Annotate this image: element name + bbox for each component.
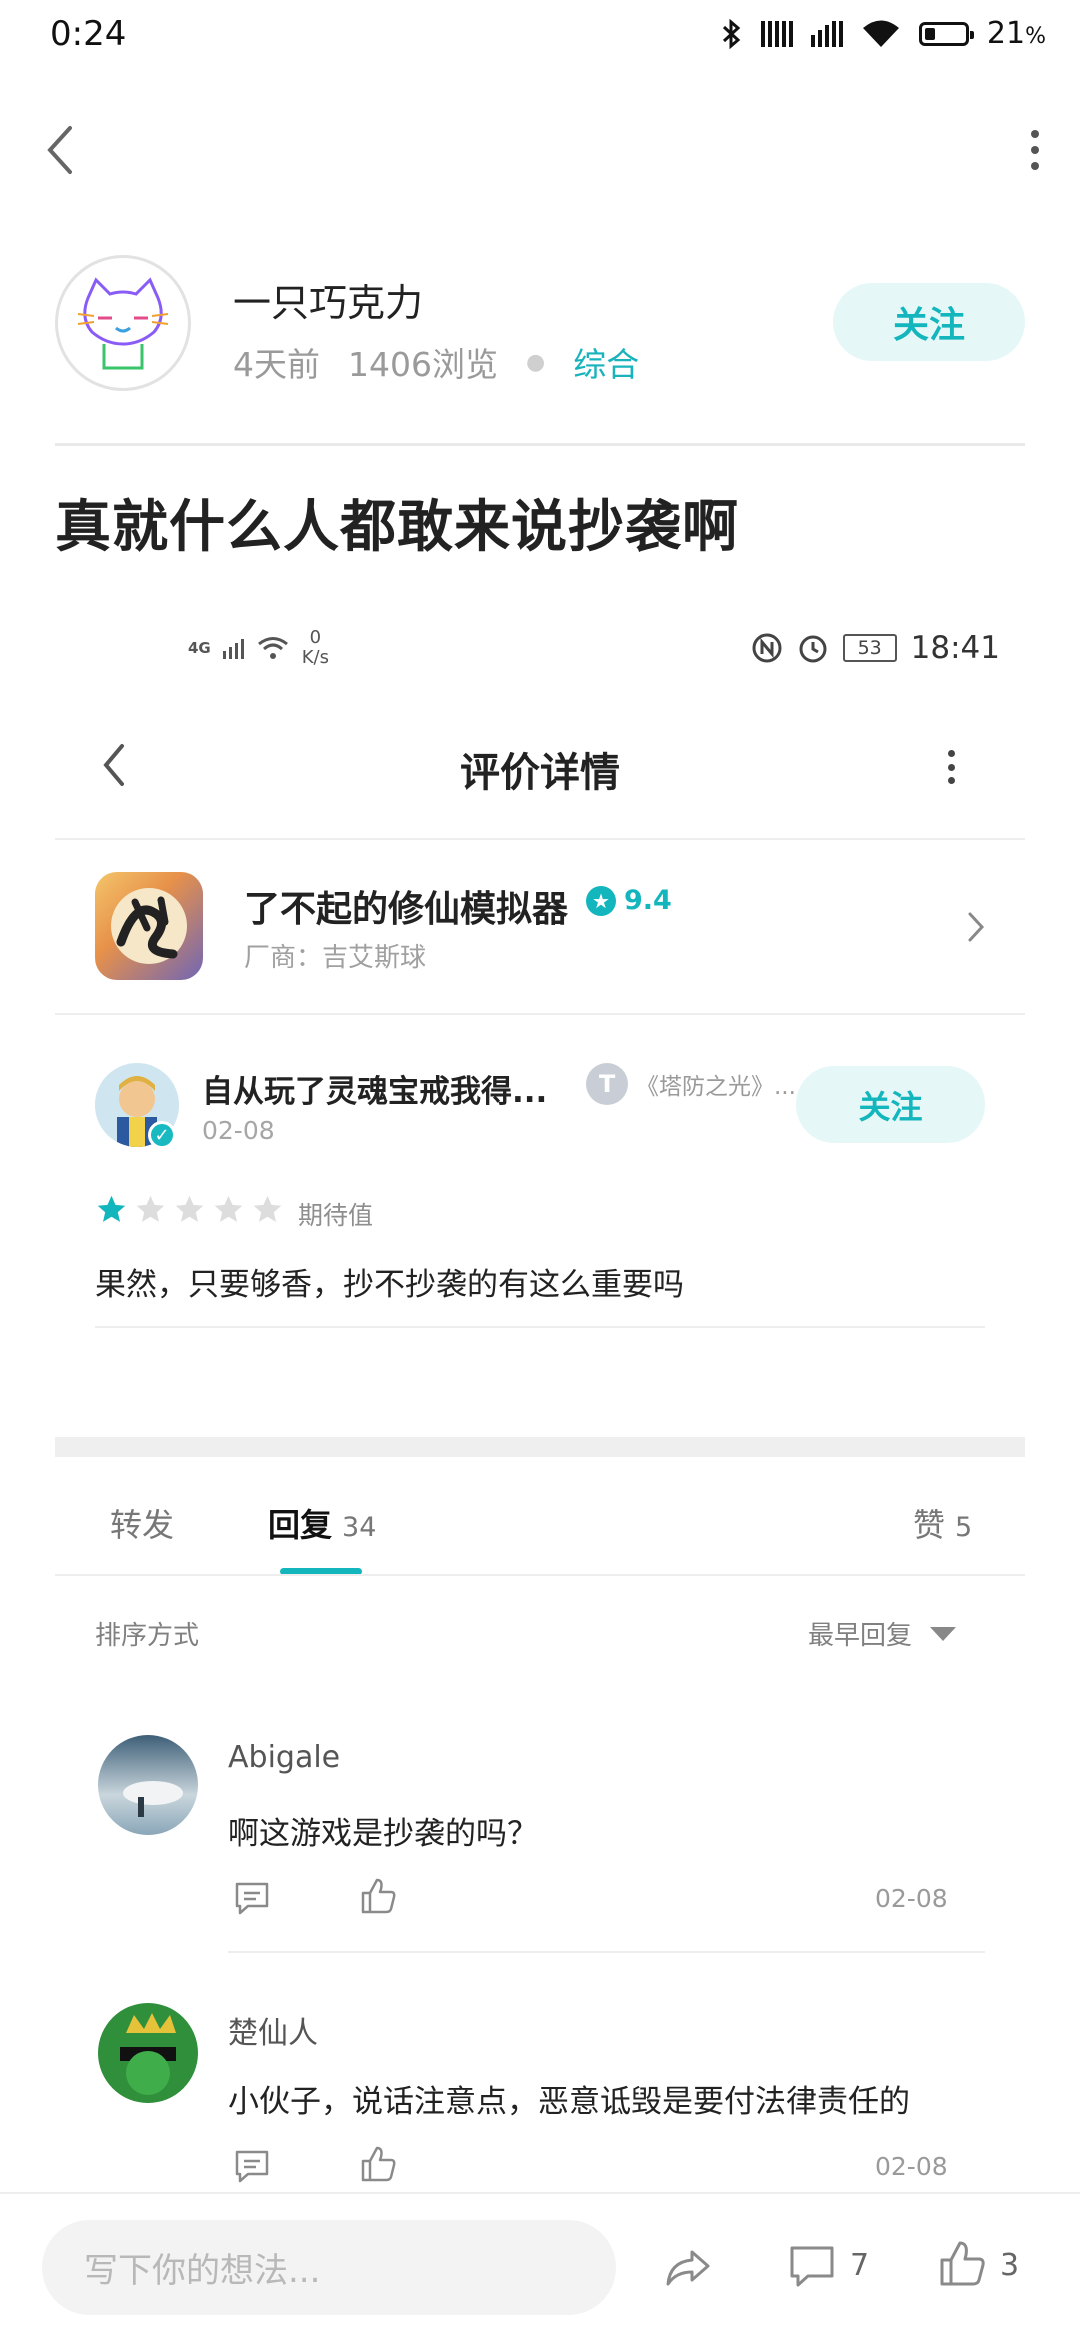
divider	[55, 838, 1025, 840]
star-empty-icon	[214, 1195, 243, 1222]
embedded-page-title: 评价详情	[460, 750, 620, 796]
battery-text: 21%	[986, 16, 1046, 51]
embedded-time: 18:41	[910, 630, 1000, 666]
reply-icon[interactable]	[232, 2146, 272, 2186]
embedded-speed: 0 K/s	[301, 627, 329, 668]
like-icon[interactable]	[358, 2144, 398, 2184]
like-icon[interactable]	[936, 2238, 988, 2290]
cat-avatar-icon	[77, 277, 169, 370]
tab-reply[interactable]: 回复 34	[268, 1500, 376, 1546]
battery-icon	[918, 21, 974, 46]
embedded-wifi-icon	[257, 637, 288, 659]
back-icon[interactable]	[40, 120, 80, 180]
tab-repost[interactable]: 转发	[110, 1500, 174, 1546]
embedded-nfc-icon	[752, 633, 782, 663]
separator-dot: ●	[525, 349, 546, 375]
tab-like[interactable]: 赞5	[913, 1500, 972, 1546]
author-meta: 4天前 1406浏览 ● 综合	[233, 338, 639, 386]
verified-badge-icon: ✓	[148, 1121, 176, 1149]
signal-icon	[760, 20, 793, 47]
section-separator	[55, 1437, 1025, 1457]
embedded-network: 4G	[188, 639, 211, 657]
star-filled-icon	[97, 1195, 126, 1222]
comment-date: 02-08	[875, 2152, 948, 2181]
status-time: 0:24	[50, 14, 127, 54]
reviewer-name[interactable]: 自从玩了灵魂宝戒我得...	[202, 1066, 547, 1111]
comment-avatar[interactable]	[98, 1735, 198, 1835]
post-time: 4天前	[233, 345, 320, 384]
embedded-signal-icon	[222, 637, 244, 659]
post-views: 1406浏览	[348, 345, 498, 384]
more-icon[interactable]	[1028, 130, 1042, 170]
divider	[55, 1574, 1025, 1576]
game-score: ★ 9.4	[586, 885, 672, 916]
game-developer: 厂商：吉艾斯球	[244, 943, 427, 973]
comment-text: 小伙子，说话注意点，恶意诋毁是要付法律责任的	[228, 2084, 910, 2120]
comment-avatar[interactable]	[98, 2003, 198, 2103]
sort-label: 排序方式	[95, 1621, 200, 1651]
post-title: 真就什么人都敢来说抄袭啊	[55, 495, 739, 560]
follow-author-button[interactable]: 关注	[833, 283, 1025, 361]
divider	[55, 1013, 1025, 1015]
post-category[interactable]: 综合	[573, 338, 639, 386]
embedded-alarm-icon	[799, 635, 827, 663]
embedded-battery-icon: 53	[842, 634, 897, 662]
like-count: 3	[1000, 2248, 1020, 2283]
divider	[95, 1326, 985, 1328]
embedded-status-right: 53 18:41	[751, 630, 1000, 666]
comment-count: 7	[850, 2248, 870, 2283]
star-empty-icon	[136, 1195, 165, 1222]
reply-icon[interactable]	[232, 1878, 272, 1918]
review-date: 02-08	[202, 1116, 275, 1145]
follow-reviewer-button[interactable]: 关注	[796, 1066, 985, 1143]
embedded-status-left: 4G 0 K/s	[188, 628, 329, 668]
comment-date: 02-08	[875, 1884, 948, 1913]
divider	[0, 2192, 1080, 2194]
comment-author[interactable]: Abigale	[228, 1740, 340, 1775]
wifi-icon	[862, 20, 899, 47]
rating-label: 期待值	[298, 1201, 374, 1230]
rating-stars	[95, 1193, 284, 1226]
star-icon: ★	[586, 885, 616, 916]
comment-icon[interactable]	[786, 2240, 838, 2292]
signal-icon-2	[810, 20, 843, 47]
like-icon[interactable]	[358, 1876, 398, 1916]
comment-input[interactable]: 写下你的想法...	[42, 2220, 616, 2315]
comment-author[interactable]: 楚仙人	[228, 2008, 318, 2052]
bluetooth-icon	[722, 18, 741, 49]
author-name[interactable]: 一只巧克力	[233, 272, 423, 327]
author-avatar[interactable]	[55, 255, 191, 391]
game-icon[interactable]	[95, 872, 203, 980]
sort-dropdown[interactable]: 最早回复	[808, 1615, 957, 1652]
share-icon[interactable]	[662, 2242, 714, 2294]
dropdown-arrow-icon	[930, 1626, 957, 1641]
status-icons: 21%	[721, 16, 1046, 51]
comment-text: 啊这游戏是抄袭的吗？	[228, 1816, 538, 1852]
game-name[interactable]: 了不起的修仙模拟器	[244, 880, 568, 932]
star-empty-icon	[253, 1195, 282, 1222]
divider	[228, 1951, 985, 1953]
review-content: 果然，只要够香，抄不抄袭的有这么重要吗	[95, 1267, 684, 1303]
tag-badge-icon: T	[586, 1063, 628, 1105]
star-empty-icon	[175, 1195, 204, 1222]
chevron-right-icon[interactable]	[966, 910, 986, 944]
embedded-more-icon[interactable]	[946, 750, 956, 784]
reviewer-tag: T 《塔防之光》...	[586, 1063, 796, 1105]
divider	[55, 443, 1025, 446]
